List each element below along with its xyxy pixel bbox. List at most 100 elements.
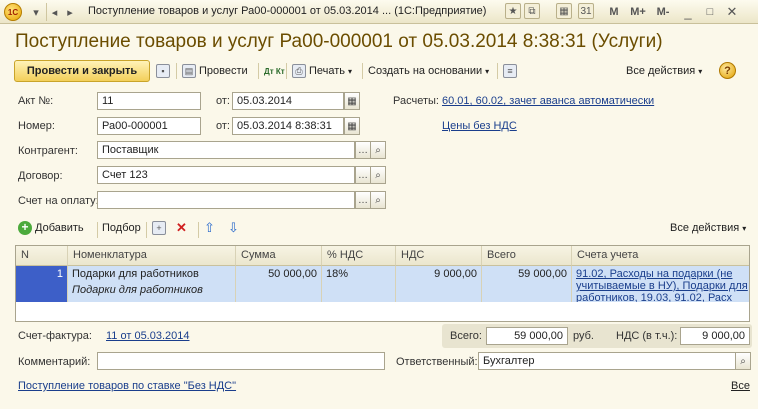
column-header[interactable]: N xyxy=(16,246,68,266)
search-icon[interactable]: ⌕ xyxy=(370,141,386,159)
move-down-icon[interactable]: ⇩ xyxy=(228,219,239,237)
print-label: Печать xyxy=(309,65,346,77)
create-based-on-button[interactable]: Создать на основании ▾ xyxy=(368,62,489,80)
accounts-link[interactable]: 91.02, Расходы на подарки (не xyxy=(576,268,746,280)
total-value: 59 000,00 xyxy=(486,327,568,345)
memory-plus-button[interactable]: M+ xyxy=(628,3,648,21)
vat-free-link[interactable]: Поступление товаров по ставке "Без НДС" xyxy=(18,380,236,392)
post-button[interactable]: ▤ Провести xyxy=(182,62,248,80)
vat-total-label: НДС (в т.ч.): xyxy=(616,330,678,342)
accounts-link[interactable]: учитываемые в НУ), Подарки для xyxy=(576,280,748,292)
select-button[interactable]: Подбор xyxy=(102,219,141,237)
divider xyxy=(146,222,147,238)
invoice-pay-input[interactable] xyxy=(97,191,355,209)
select-dots-icon[interactable]: … xyxy=(355,191,371,209)
settlements-label: Расчеты: xyxy=(393,95,439,107)
vat-total-value: 9 000,00 xyxy=(680,327,750,345)
vat-rate-cell[interactable]: 18% xyxy=(322,266,396,302)
select-dots-icon[interactable]: … xyxy=(355,166,371,184)
number-date-label: от: xyxy=(216,120,230,132)
favorite-star-icon[interactable]: ★ xyxy=(505,3,521,19)
calendar-icon[interactable]: ▦ xyxy=(344,92,360,110)
comment-label: Комментарий: xyxy=(18,356,91,368)
post-label: Провести xyxy=(199,65,248,77)
all-link[interactable]: Все xyxy=(731,380,750,392)
memory-button[interactable]: M xyxy=(606,3,622,21)
select-dots-icon[interactable]: … xyxy=(355,141,371,159)
menu-dropdown-icon[interactable]: ▾ xyxy=(28,3,44,21)
act-date-input[interactable]: 05.03.2014 xyxy=(232,92,344,110)
invoice-link[interactable]: 11 от 05.03.2014 xyxy=(106,330,190,342)
search-icon[interactable]: ⌕ xyxy=(735,352,751,370)
goods-table[interactable]: N Номенклатура Сумма % НДС НДС Всего Сче… xyxy=(15,245,750,322)
number-date-input[interactable]: 05.03.2014 8:38:31 xyxy=(232,117,344,135)
post-icon: ▤ xyxy=(182,64,196,78)
close-icon[interactable]: ✕ xyxy=(724,3,740,21)
column-header[interactable]: НДС xyxy=(396,246,482,266)
settlements-link[interactable]: 60.01, 60.02, зачет аванса автоматически xyxy=(442,95,654,107)
window-titlebar: 1С ▾ ◂ ▸ Поступление товаров и услуг Ра0… xyxy=(0,0,758,24)
all-actions-label: Все действия xyxy=(626,65,696,77)
link-icon[interactable]: ⧉ xyxy=(524,3,540,19)
row-number[interactable]: 1 xyxy=(16,266,68,302)
print-button[interactable]: ⎙ Печать ▾ xyxy=(292,62,352,80)
prices-link[interactable]: Цены без НДС xyxy=(442,120,517,132)
calculator-icon[interactable]: ▦ xyxy=(556,3,572,19)
help-icon[interactable]: ? xyxy=(719,62,736,79)
accounts-link[interactable]: работников, 19.03, 91.02, Расх xyxy=(576,292,746,302)
contract-label: Договор: xyxy=(18,170,63,182)
sum-cell[interactable]: 50 000,00 xyxy=(236,266,322,302)
contract-input[interactable]: Счет 123 xyxy=(97,166,355,184)
item-cell[interactable]: Подарки для работников Подарки для работ… xyxy=(68,266,236,302)
maximize-icon[interactable]: □ xyxy=(702,3,718,21)
page-title: Поступление товаров и услуг Ра00-000001 … xyxy=(15,31,663,52)
app-logo-icon[interactable]: 1С xyxy=(4,3,22,21)
column-header[interactable]: Счета учета xyxy=(572,246,749,266)
printer-icon: ⎙ xyxy=(292,64,306,78)
total-cell[interactable]: 59 000,00 xyxy=(482,266,572,302)
invoice-pay-label: Счет на оплату: xyxy=(18,195,99,207)
add-icon: + xyxy=(18,221,32,235)
memory-minus-button[interactable]: M- xyxy=(653,3,673,21)
forward-arrow-icon[interactable]: ▸ xyxy=(62,3,78,21)
column-header[interactable]: Сумма xyxy=(236,246,322,266)
save-icon[interactable]: ▪ xyxy=(156,62,173,80)
currency-label: руб. xyxy=(573,330,594,342)
divider xyxy=(97,222,98,238)
divider xyxy=(497,63,498,79)
divider xyxy=(286,63,287,79)
delete-row-icon[interactable]: ✕ xyxy=(176,219,187,237)
comment-input[interactable] xyxy=(97,352,385,370)
table-all-actions-menu[interactable]: Все действия ▾ xyxy=(670,219,746,237)
divider xyxy=(258,63,259,79)
minimize-icon[interactable]: _ xyxy=(680,3,696,21)
move-up-icon[interactable]: ⇧ xyxy=(204,219,215,237)
back-arrow-icon[interactable]: ◂ xyxy=(46,3,62,21)
all-actions-menu[interactable]: Все действия ▾ xyxy=(626,62,702,80)
divider xyxy=(362,63,363,79)
vat-cell[interactable]: 9 000,00 xyxy=(396,266,482,302)
chevron-down-icon: ▾ xyxy=(348,66,353,76)
invoice-label: Счет-фактура: xyxy=(18,330,92,342)
search-icon[interactable]: ⌕ xyxy=(370,166,386,184)
search-icon[interactable]: ⌕ xyxy=(370,191,386,209)
column-header[interactable]: Номенклатура xyxy=(68,246,236,266)
accounts-cell[interactable]: 91.02, Расходы на подарки (не учитываемы… xyxy=(572,266,749,302)
item-name: Подарки для работников xyxy=(72,268,199,280)
post-and-close-button[interactable]: Провести и закрыть xyxy=(14,60,150,82)
number-input[interactable]: Ра00-000001 xyxy=(97,117,201,135)
calendar-icon[interactable]: ▦ xyxy=(344,117,360,135)
act-number-input[interactable]: 11 xyxy=(97,92,201,110)
column-header[interactable]: % НДС xyxy=(322,246,396,266)
dt-kt-icon[interactable]: Дт Кт xyxy=(264,62,285,80)
responsible-input[interactable]: Бухгалтер xyxy=(478,352,736,370)
command-bar: Провести и закрыть ▪ ▤ Провести Дт Кт ⎙ Пе… xyxy=(14,60,744,82)
table-all-actions-label: Все действия xyxy=(670,222,740,234)
contractor-input[interactable]: Поставщик xyxy=(97,141,355,159)
column-header[interactable]: Всего xyxy=(482,246,572,266)
copy-row-icon[interactable]: + xyxy=(152,219,169,237)
number-label: Номер: xyxy=(18,120,55,132)
add-row-button[interactable]: + Добавить xyxy=(18,219,84,237)
calendar-icon[interactable]: 31 xyxy=(578,3,594,19)
report-structure-icon[interactable]: ≡ xyxy=(503,62,520,80)
